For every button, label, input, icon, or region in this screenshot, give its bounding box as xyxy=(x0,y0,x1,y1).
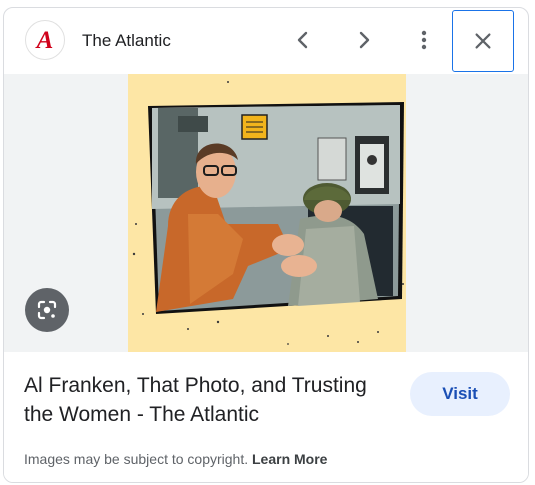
image-area xyxy=(4,74,528,352)
result-title[interactable]: Al Franken, That Photo, and Trusting the… xyxy=(24,371,394,429)
copyright-text: Images may be subject to copyright. xyxy=(24,451,249,467)
source-logo[interactable]: A xyxy=(25,20,65,60)
panel-header: A The Atlantic xyxy=(4,8,528,74)
result-image[interactable] xyxy=(128,74,406,352)
more-options-button[interactable] xyxy=(400,16,448,64)
close-button[interactable] xyxy=(452,10,514,72)
image-preview-panel: A The Atlantic Al Franken, That Photo, a… xyxy=(3,7,529,483)
copyright-notice: Images may be subject to copyright. Lear… xyxy=(24,451,327,467)
source-name[interactable]: The Atlantic xyxy=(82,31,171,51)
result-info: Al Franken, That Photo, and Trusting the… xyxy=(4,352,528,482)
previous-button[interactable] xyxy=(279,16,327,64)
photo-print xyxy=(148,102,404,314)
chevron-left-icon xyxy=(297,31,308,49)
learn-more-link[interactable]: Learn More xyxy=(252,451,327,467)
chevron-right-icon xyxy=(359,31,370,49)
google-lens-icon xyxy=(37,300,57,320)
close-icon xyxy=(475,33,491,49)
next-button[interactable] xyxy=(340,16,388,64)
more-vert-icon xyxy=(421,30,427,50)
visit-button[interactable]: Visit xyxy=(410,372,510,416)
photo-illustration xyxy=(132,81,404,345)
source-logo-letter: A xyxy=(36,26,54,54)
lens-search-button[interactable] xyxy=(25,288,69,332)
